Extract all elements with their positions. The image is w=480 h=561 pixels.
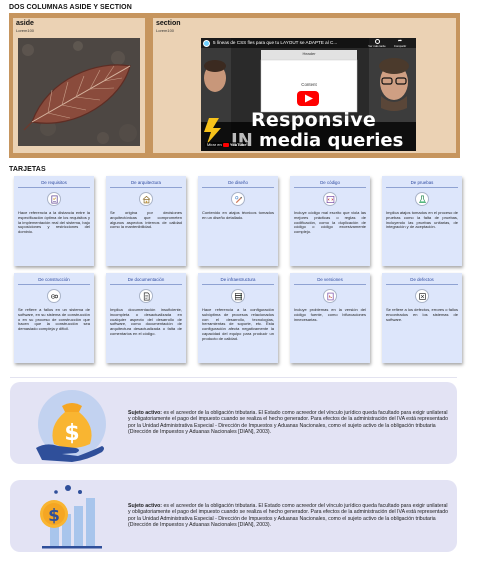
section-box: section Lorem100 5 líneas de CSS fles pa… bbox=[153, 18, 456, 153]
banner-text: Sujeto activo: es el acreedor de la obli… bbox=[128, 410, 450, 436]
card-title: De arquitectura bbox=[110, 180, 182, 188]
card-text: Se origina por decisiones arquitectónica… bbox=[110, 210, 182, 230]
two-column-container: aside Lorem100 section Lorem100 5 líneas… bbox=[9, 13, 460, 158]
watch-later-label: Ver más tarde bbox=[368, 44, 386, 48]
testing-icon bbox=[415, 192, 429, 206]
share-label: Compartir bbox=[393, 44, 407, 48]
overlay-title-line1: Responsive bbox=[251, 109, 377, 131]
share-button[interactable]: ➦ Compartir bbox=[389, 39, 411, 49]
card-infraestructura: De infraestructura Hace referencia a la … bbox=[198, 273, 278, 363]
svg-text:$: $ bbox=[64, 421, 79, 446]
card-text: Se refiere a fallos en un sistema de sof… bbox=[18, 307, 90, 332]
section-title: section bbox=[156, 20, 181, 27]
card-arquitectura: De arquitectura Se origina por decisione… bbox=[106, 176, 186, 266]
aside-box: aside Lorem100 bbox=[13, 18, 145, 153]
card-documentacion: De documentación Implica documentación i… bbox=[106, 273, 186, 363]
money-bag-hand-icon: $ bbox=[32, 388, 110, 462]
card-title: De requisitos bbox=[18, 180, 90, 188]
architecture-icon bbox=[139, 192, 153, 206]
card-text: Implica documentación insuficiente, inco… bbox=[110, 307, 182, 336]
design-icon bbox=[231, 192, 245, 206]
section-subtitle: Lorem100 bbox=[156, 28, 175, 33]
overlay-title-line2: IN media queries bbox=[231, 130, 404, 151]
section-heading-two-columns: DOS COLUMNAS ASIDE Y SECTION bbox=[9, 4, 132, 11]
build-icon bbox=[47, 289, 61, 303]
card-versiones: De versiones Incluye problemas en la ver… bbox=[290, 273, 370, 363]
banner-label: Sujeto activo: bbox=[128, 410, 163, 416]
info-banner-1: $ Sujeto activo: es el acreedor de la ob… bbox=[10, 382, 457, 464]
embedded-video-player[interactable]: 5 líneas de CSS fles para que tu LAYOUT … bbox=[201, 38, 416, 151]
card-text: Se refiere a los defectos, errores o fal… bbox=[386, 307, 458, 322]
card-text: Hace referencia a la configuración subóp… bbox=[202, 307, 274, 341]
card-codigo: De código Incluye código mal escrito que… bbox=[290, 176, 370, 266]
versions-icon bbox=[323, 289, 337, 303]
card-text: Hace referencia a la distancia entre la … bbox=[18, 210, 90, 235]
card-text: Contenido en atajos técnicos tomados en … bbox=[202, 210, 274, 220]
section-heading-cards: TARJETAS bbox=[9, 166, 46, 173]
video-title[interactable]: 5 líneas de CSS fles para que tu LAYOUT … bbox=[213, 40, 363, 45]
divider bbox=[10, 377, 457, 378]
card-title: De versiones bbox=[294, 277, 366, 285]
svg-text:$: $ bbox=[48, 506, 60, 526]
requirements-icon bbox=[47, 192, 61, 206]
card-text: Incluye problemas en la versión del códi… bbox=[294, 307, 366, 322]
mock-header-label: Header bbox=[302, 51, 316, 56]
mock-content-label: Content bbox=[301, 82, 317, 87]
card-title: De pruebas bbox=[386, 180, 458, 188]
card-title: De infraestructura bbox=[202, 277, 274, 285]
card-diseno: De diseño Contenido en atajos técnicos t… bbox=[198, 176, 278, 266]
info-banner-2: $ Sujeto activo: es el acreedor de la ob… bbox=[10, 480, 457, 552]
banner-label: Sujeto activo: bbox=[128, 503, 163, 509]
infrastructure-icon bbox=[231, 289, 245, 303]
code-icon bbox=[323, 192, 337, 206]
youtube-logo-icon bbox=[222, 142, 229, 147]
defects-icon bbox=[415, 289, 429, 303]
money-growth-chart-icon: $ bbox=[32, 482, 110, 549]
leaf-image bbox=[18, 38, 140, 146]
card-title: De construcción bbox=[18, 277, 90, 285]
card-text: Incluye código mal escrito que viola las… bbox=[294, 210, 366, 235]
card-title: De documentación bbox=[110, 277, 182, 285]
watch-on-label: Mirar en bbox=[207, 142, 222, 147]
card-title: De código bbox=[294, 180, 366, 188]
banner-text: Sujeto activo: es el acreedor de la obli… bbox=[128, 503, 450, 529]
banner-body: es el acreedor de la obligación tributar… bbox=[128, 503, 448, 529]
aside-subtitle: Lorem100 bbox=[16, 28, 35, 33]
card-pruebas: De pruebas Implica atajos tomados en el … bbox=[382, 176, 462, 266]
aside-title: aside bbox=[16, 20, 34, 27]
watch-later-button[interactable]: Ver más tarde bbox=[367, 39, 387, 48]
youtube-wordmark: YouTube bbox=[229, 142, 247, 147]
card-requisitos: De requisitos Hace referencia a la dista… bbox=[14, 176, 94, 266]
overlay-title-line2-text: media queries bbox=[259, 130, 404, 151]
card-title: De defectos bbox=[386, 277, 458, 285]
documentation-icon bbox=[139, 289, 153, 303]
watch-on-youtube[interactable]: Mirar en YouTube bbox=[205, 142, 249, 147]
banner-body: es el acreedor de la obligación tributar… bbox=[128, 410, 448, 436]
card-title: De diseño bbox=[202, 180, 274, 188]
card-construccion: De construcción Se refiere a fallos en u… bbox=[14, 273, 94, 363]
card-text: Implica atajos tomados en el proceso de … bbox=[386, 210, 458, 230]
channel-avatar bbox=[203, 40, 210, 47]
card-defectos: De defectos Se refiere a los defectos, e… bbox=[382, 273, 462, 363]
